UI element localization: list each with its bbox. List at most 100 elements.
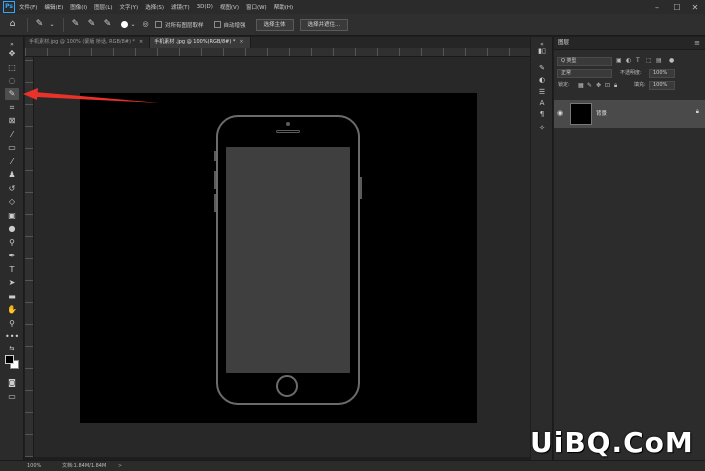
filter-pixel-icon[interactable]: ▣ bbox=[616, 56, 622, 65]
filter-toggle-icon[interactable]: ● bbox=[669, 56, 674, 65]
tab-label: 手机素材.jpg @ 100% (蒙版 桥话, RGB/8#) * bbox=[29, 39, 135, 45]
chevron-down-icon[interactable]: ⌄ bbox=[130, 18, 136, 31]
lock-image-icon[interactable]: ✎ bbox=[587, 81, 592, 90]
divider bbox=[63, 17, 64, 32]
tab-document-2[interactable]: 手机素材 .jpg @ 100%(RGB/8#) * × bbox=[150, 37, 251, 48]
photoshop-logo: Ps bbox=[3, 1, 15, 13]
tab-document-1[interactable]: 手机素材.jpg @ 100% (蒙版 桥话, RGB/8#) * × bbox=[25, 37, 151, 48]
document-canvas[interactable] bbox=[80, 93, 477, 423]
phone-home-button bbox=[276, 375, 298, 397]
paths-panel-icon[interactable]: ✧ bbox=[536, 123, 548, 134]
lock-transparent-icon[interactable]: ▦ bbox=[578, 81, 584, 90]
history-panel-icon[interactable]: ▮▯ bbox=[536, 46, 548, 57]
phone-screen bbox=[226, 147, 350, 373]
layer-filter-select[interactable]: Q 类型 bbox=[557, 57, 612, 66]
status-menu-arrow[interactable]: > bbox=[118, 461, 122, 471]
history-brush-tool-icon[interactable]: ↺ bbox=[5, 183, 19, 195]
menu-layer[interactable]: 图层(L) bbox=[94, 3, 112, 11]
layer-row-background[interactable]: ◉ 背景 🔒︎ bbox=[554, 100, 705, 128]
clone-stamp-tool-icon[interactable]: ♟ bbox=[5, 169, 19, 181]
filter-smart-object-icon[interactable]: ▤ bbox=[656, 56, 662, 65]
add-to-selection-icon[interactable]: ✎ bbox=[85, 18, 98, 31]
character-panel-icon[interactable]: A bbox=[536, 98, 548, 109]
eyedropper-tool-icon[interactable]: ⁄ bbox=[5, 129, 19, 141]
auto-enhance-checkbox[interactable] bbox=[213, 21, 221, 28]
chevron-down-icon[interactable]: ⌄ bbox=[49, 18, 55, 31]
paragraph-panel-icon[interactable]: ¶ bbox=[536, 109, 548, 120]
adjustments-icon[interactable]: ◐ bbox=[536, 75, 548, 86]
new-selection-icon[interactable]: ✎ bbox=[69, 18, 82, 31]
hand-tool-icon[interactable]: ✋ bbox=[5, 304, 19, 316]
menu-image[interactable]: 图像(I) bbox=[70, 3, 87, 11]
options-bar: ⌂ ✎ ⌄ ✎ ✎ ✎ ⌄ ◎ 对所有图层取样 自动增强 选择主体 选择并遮住.… bbox=[0, 14, 705, 36]
frame-tool-icon[interactable]: ⊠ bbox=[5, 115, 19, 127]
healing-brush-tool-icon[interactable]: ▭ bbox=[5, 142, 19, 154]
close-icon[interactable]: × bbox=[239, 39, 243, 45]
menu-window[interactable]: 窗口(W) bbox=[246, 3, 267, 11]
rectangle-tool-icon[interactable]: ▬ bbox=[5, 291, 19, 303]
horizontal-ruler[interactable] bbox=[25, 48, 530, 57]
fill-input[interactable]: 100% bbox=[649, 81, 675, 90]
brush-angle-icon[interactable]: ◎ bbox=[139, 18, 152, 31]
lock-icon[interactable]: 🔒︎ bbox=[696, 108, 699, 116]
opacity-input[interactable]: 100% bbox=[649, 69, 675, 78]
home-icon[interactable]: ⌂ bbox=[6, 18, 19, 31]
minimize-button[interactable]: – bbox=[648, 0, 666, 14]
lock-position-icon[interactable]: ✥ bbox=[596, 81, 601, 90]
maximize-button[interactable]: ☐ bbox=[668, 0, 686, 14]
select-subject-button[interactable]: 选择主体 bbox=[255, 18, 294, 31]
move-tool-icon[interactable]: ✥ bbox=[5, 48, 19, 60]
close-icon[interactable]: × bbox=[139, 39, 143, 45]
properties-icon[interactable]: ☰ bbox=[536, 87, 548, 98]
screen-mode-icon[interactable]: ▭ bbox=[5, 391, 19, 403]
swap-colors-icon[interactable]: ⇆ bbox=[5, 343, 19, 355]
subtract-from-selection-icon[interactable]: ✎ bbox=[101, 18, 114, 31]
blend-mode-select[interactable]: 正常 bbox=[557, 69, 612, 78]
gradient-tool-icon[interactable]: ▣ bbox=[5, 210, 19, 222]
marquee-tool-icon[interactable]: ⬚ bbox=[5, 62, 19, 74]
quick-selection-tool-icon[interactable]: ✎ bbox=[5, 88, 19, 100]
panel-menu-icon[interactable]: ≡ bbox=[694, 37, 700, 50]
pen-tool-icon[interactable]: ✒ bbox=[5, 250, 19, 262]
menu-filter[interactable]: 滤镜(T) bbox=[171, 3, 190, 11]
menu-view[interactable]: 视图(V) bbox=[220, 3, 239, 11]
zoom-tool-icon[interactable]: ⚲ bbox=[5, 318, 19, 330]
dodge-tool-icon[interactable]: ⚲ bbox=[5, 237, 19, 249]
brush-size-icon[interactable] bbox=[121, 21, 128, 28]
select-and-mask-button[interactable]: 选择并遮住... bbox=[299, 18, 349, 31]
quick-selection-preset-icon[interactable]: ✎ bbox=[33, 18, 46, 31]
sample-all-layers-checkbox[interactable] bbox=[155, 21, 162, 28]
menu-3d[interactable]: 3D(D) bbox=[197, 4, 213, 10]
site-watermark: UiBQ.CoM bbox=[530, 426, 694, 459]
brush-tool-icon[interactable]: ⁄ bbox=[5, 156, 19, 168]
more-tools-icon[interactable]: ••• bbox=[5, 331, 19, 343]
filter-adjustment-icon[interactable]: ◐ bbox=[626, 56, 631, 65]
filter-shape-icon[interactable]: ⬚ bbox=[646, 56, 652, 65]
lock-all-icon[interactable]: 🔒︎ bbox=[614, 81, 617, 90]
menu-help[interactable]: 帮助(H) bbox=[274, 3, 293, 11]
layer-name[interactable]: 背景 bbox=[596, 109, 607, 117]
eraser-tool-icon[interactable]: ◇ bbox=[5, 196, 19, 208]
brush-settings-icon[interactable]: ✎ bbox=[536, 63, 548, 74]
phone-mute-switch bbox=[214, 151, 216, 161]
vertical-ruler[interactable] bbox=[25, 57, 34, 457]
lasso-tool-icon[interactable]: ◌ bbox=[5, 75, 19, 87]
crop-tool-icon[interactable]: ⌗ bbox=[5, 102, 19, 114]
menu-edit[interactable]: 编辑(E) bbox=[44, 3, 63, 11]
blur-tool-icon[interactable]: ● bbox=[5, 223, 19, 235]
menu-type[interactable]: 文字(Y) bbox=[120, 3, 139, 11]
quick-mask-icon[interactable]: ◙ bbox=[5, 377, 19, 389]
path-selection-tool-icon[interactable]: ➤ bbox=[5, 277, 19, 289]
layers-panel-title[interactable]: 图层 bbox=[558, 37, 569, 50]
phone-power-button bbox=[360, 177, 362, 199]
filter-type-icon[interactable]: T bbox=[636, 56, 640, 65]
menu-file[interactable]: 文件(F) bbox=[19, 3, 37, 11]
zoom-level[interactable]: 100% bbox=[27, 461, 41, 471]
lock-artboard-icon[interactable]: ⊡ bbox=[605, 81, 610, 90]
close-window-button[interactable]: ✕ bbox=[686, 0, 704, 14]
eye-icon[interactable]: ◉ bbox=[557, 109, 563, 117]
menu-select[interactable]: 选择(S) bbox=[145, 3, 164, 11]
type-tool-icon[interactable]: T bbox=[5, 264, 19, 276]
foreground-color-swatch[interactable] bbox=[5, 355, 14, 364]
menu-bar: Ps 文件(F) 编辑(E) 图像(I) 图层(L) 文字(Y) 选择(S) 滤… bbox=[0, 0, 705, 14]
